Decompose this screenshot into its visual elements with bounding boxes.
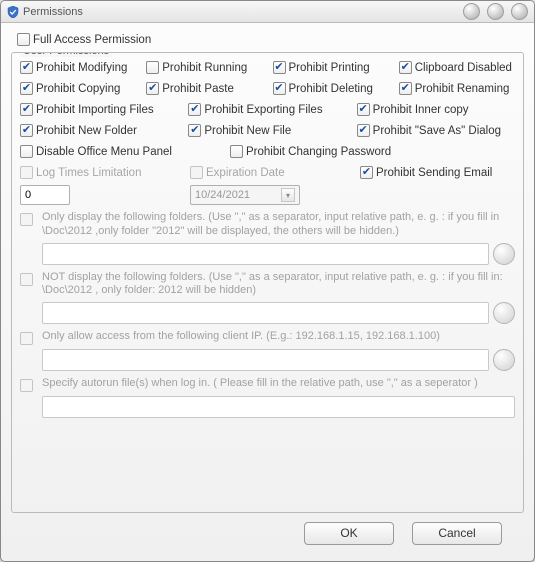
checkbox-label: Prohibit "Save As" Dialog <box>373 125 501 137</box>
option-description: NOT display the following folders. (Use … <box>42 271 515 299</box>
checkbox-icon[interactable] <box>20 273 33 286</box>
expiration-date-checkbox[interactable]: Expiration Date <box>190 166 350 179</box>
prohibit-running-checkbox[interactable]: Prohibit Running <box>146 61 262 74</box>
checkbox-label: Prohibit Printing <box>289 62 370 74</box>
prohibit-copying-checkbox[interactable]: ✔Prohibit Copying <box>20 82 136 95</box>
prohibit-changing-password-checkbox[interactable]: Prohibit Changing Password <box>230 145 515 158</box>
client-ip-option: Only allow access from the following cli… <box>20 330 515 371</box>
checkbox-icon[interactable] <box>20 379 33 392</box>
option-description: Specify autorun file(s) when log in. ( P… <box>42 377 515 392</box>
checkbox-label: Prohibit Running <box>162 62 247 74</box>
full-access-checkbox[interactable]: Full Access Permission <box>17 33 522 46</box>
checkbox-label: Prohibit Copying <box>36 83 120 95</box>
client-ip-input[interactable] <box>42 349 489 371</box>
autorun-option: Specify autorun file(s) when log in. ( P… <box>20 377 515 418</box>
prohibit-saveas-checkbox[interactable]: ✔Prohibit "Save As" Dialog <box>357 124 515 137</box>
prohibit-deleting-checkbox[interactable]: ✔Prohibit Deleting <box>273 82 389 95</box>
checkbox-icon: ✔ <box>399 61 412 74</box>
prohibit-newfile-checkbox[interactable]: ✔Prohibit New File <box>188 124 346 137</box>
button-bar: OK Cancel <box>11 513 524 553</box>
checkbox-icon: ✔ <box>188 103 201 116</box>
group-title: User Permissions <box>20 52 112 57</box>
checkbox-label: Prohibit Importing Files <box>36 104 154 116</box>
checkbox-icon: ✔ <box>146 82 159 95</box>
logtimes-input[interactable] <box>20 185 70 205</box>
checkbox-icon: ✔ <box>188 124 201 137</box>
checkbox-icon: ✔ <box>360 166 373 179</box>
not-display-folders-option: NOT display the following folders. (Use … <box>20 271 515 325</box>
checkbox-icon: ✔ <box>20 103 33 116</box>
prohibit-printing-checkbox[interactable]: ✔Prohibit Printing <box>273 61 389 74</box>
disable-officemenu-checkbox[interactable]: Disable Office Menu Panel <box>20 145 220 158</box>
checkbox-icon <box>20 145 33 158</box>
prohibit-exporting-checkbox[interactable]: ✔Prohibit Exporting Files <box>188 103 346 116</box>
checkbox-label: Disable Office Menu Panel <box>36 146 172 158</box>
checkbox-icon: ✔ <box>20 124 33 137</box>
checkbox-icon: ✔ <box>357 103 370 116</box>
browse-button[interactable] <box>493 349 515 371</box>
prohibit-paste-checkbox[interactable]: ✔Prohibit Paste <box>146 82 262 95</box>
cancel-button[interactable]: Cancel <box>412 522 502 545</box>
checkbox-label: Prohibit New Folder <box>36 125 137 137</box>
checkbox-label: Prohibit Deleting <box>289 83 373 95</box>
checkbox-icon: ✔ <box>20 61 33 74</box>
checkbox-label: Log Times Limitation <box>36 167 141 179</box>
shield-icon <box>7 6 19 18</box>
checkbox-icon: ✔ <box>20 82 33 95</box>
close-button[interactable] <box>511 3 528 20</box>
expiration-date-input[interactable]: 10/24/2021 ▾ <box>190 185 300 205</box>
full-access-label: Full Access Permission <box>33 34 151 46</box>
minimize-button[interactable] <box>463 3 480 20</box>
checkbox-label: Clipboard Disabled <box>415 62 512 74</box>
prohibit-sending-email-checkbox[interactable]: ✔Prohibit Sending Email <box>360 166 515 179</box>
checkbox-label: Prohibit New File <box>204 125 291 137</box>
checkbox-label: Prohibit Exporting Files <box>204 104 322 116</box>
browse-button[interactable] <box>493 302 515 324</box>
not-display-folders-input[interactable] <box>42 302 489 324</box>
checkbox-icon: ✔ <box>399 82 412 95</box>
checkbox-label: Prohibit Changing Password <box>246 146 391 158</box>
checkbox-label: Prohibit Modifying <box>36 62 127 74</box>
autorun-input[interactable] <box>42 396 515 418</box>
prohibit-importing-checkbox[interactable]: ✔Prohibit Importing Files <box>20 103 178 116</box>
checkbox-icon: ✔ <box>273 61 286 74</box>
clipboard-disabled-checkbox[interactable]: ✔Clipboard Disabled <box>399 61 515 74</box>
dialog-content: Full Access Permission User Permissions … <box>1 23 534 561</box>
titlebar: Permissions <box>1 1 534 23</box>
prohibit-newfolder-checkbox[interactable]: ✔Prohibit New Folder <box>20 124 178 137</box>
checkbox-label: Prohibit Paste <box>162 83 234 95</box>
browse-button[interactable] <box>493 243 515 265</box>
only-display-folders-input[interactable] <box>42 243 489 265</box>
prohibit-innercopy-checkbox[interactable]: ✔Prohibit Inner copy <box>357 103 515 116</box>
checkbox-icon: ✔ <box>357 124 370 137</box>
checkbox-icon <box>190 166 203 179</box>
checkbox-label: Expiration Date <box>206 167 285 179</box>
checkbox-label: Prohibit Sending Email <box>376 167 492 179</box>
checkbox-icon <box>146 61 159 74</box>
ok-button[interactable]: OK <box>304 522 394 545</box>
option-description: Only allow access from the following cli… <box>42 330 515 345</box>
checkbox-label: Prohibit Inner copy <box>373 104 469 116</box>
checkbox-icon[interactable] <box>20 332 33 345</box>
prohibit-modifying-checkbox[interactable]: ✔Prohibit Modifying <box>20 61 136 74</box>
date-value: 10/24/2021 <box>195 189 250 201</box>
checkbox-icon <box>20 166 33 179</box>
checkbox-label: Prohibit Renaming <box>415 83 510 95</box>
checkbox-icon <box>17 33 30 46</box>
permissions-dialog: Permissions Full Access Permission User … <box>0 0 535 562</box>
option-description: Only display the following folders. (Use… <box>42 211 515 239</box>
maximize-button[interactable] <box>487 3 504 20</box>
logtimes-checkbox[interactable]: Log Times Limitation <box>20 166 180 179</box>
checkbox-icon <box>230 145 243 158</box>
only-display-folders-option: Only display the following folders. (Use… <box>20 211 515 265</box>
prohibit-renaming-checkbox[interactable]: ✔Prohibit Renaming <box>399 82 515 95</box>
checkbox-icon[interactable] <box>20 213 33 226</box>
window-title: Permissions <box>23 6 83 18</box>
dropdown-icon[interactable]: ▾ <box>281 188 295 202</box>
user-permissions-group: User Permissions ✔Prohibit Modifying Pro… <box>11 52 524 513</box>
checkbox-icon: ✔ <box>273 82 286 95</box>
